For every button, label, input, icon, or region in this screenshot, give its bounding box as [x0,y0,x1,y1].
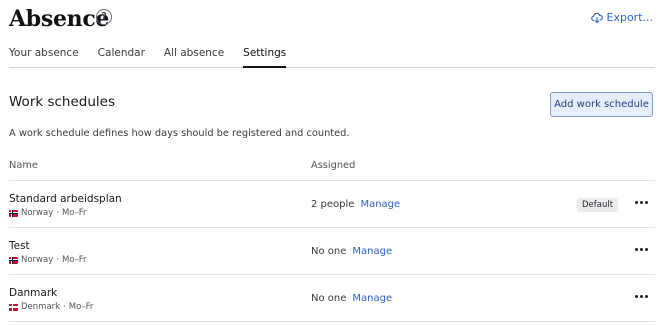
assigned-cell: 2 people Manage [311,199,400,210]
manage-link[interactable]: Manage [352,246,392,257]
schedule-country: Norway [21,208,54,218]
flag-norway-icon [9,209,18,217]
schedule-name: Test [9,240,30,252]
page-title: Absence [9,6,110,32]
assigned-count: No one [311,293,347,304]
assigned-cell: No one Manage [311,246,392,257]
table-row: Standard arbeidsplan Norway · Mo–Fr 2 pe… [0,181,670,227]
export-label: Export... [606,11,654,24]
question-circle-icon[interactable]: ? [96,9,112,25]
schedule-days: Mo–Fr [61,208,87,218]
add-work-schedule-button[interactable]: Add work schedule [550,92,653,117]
flag-denmark-icon [9,303,18,311]
schedule-country: Denmark [21,302,61,312]
more-options-icon[interactable] [633,241,649,257]
assigned-count: No one [311,246,347,257]
export-button[interactable]: Export... [590,11,654,24]
flag-norway-icon [9,256,18,264]
more-options-icon[interactable] [633,194,649,210]
table-row: Test Norway · Mo–Fr No one Manage [0,228,670,274]
schedule-name: Standard arbeidsplan [9,193,122,205]
column-header-assigned: Assigned [311,160,356,171]
assigned-count: 2 people [311,199,355,210]
table-row: Danmark Denmark · Mo–Fr No one Manage [0,275,670,321]
schedule-days: Mo–Fr [61,255,87,265]
schedule-name: Danmark [9,287,58,299]
schedule-country: Norway [21,255,54,265]
tab-all-absence[interactable]: All absence [164,45,224,68]
default-badge: Default [577,198,619,212]
tab-settings[interactable]: Settings [243,45,287,68]
assigned-cell: No one Manage [311,293,392,304]
manage-link[interactable]: Manage [360,199,400,210]
more-options-icon[interactable] [633,288,649,304]
schedule-meta: Norway · Mo–Fr [9,208,87,218]
section-title: Work schedules [9,94,116,110]
tab-your-absence[interactable]: Your absence [9,45,79,68]
tab-bar: Your absence Calendar All absence Settin… [9,45,655,68]
schedule-meta: Norway · Mo–Fr [9,255,87,265]
schedule-meta: Denmark · Mo–Fr [9,302,93,312]
column-header-name: Name [9,160,38,171]
tab-calendar[interactable]: Calendar [98,45,145,68]
divider [9,321,655,322]
manage-link[interactable]: Manage [352,293,392,304]
schedule-days: Mo–Fr [68,302,94,312]
cloud-download-icon [590,12,603,23]
section-description: A work schedule defines how days should … [9,128,350,139]
